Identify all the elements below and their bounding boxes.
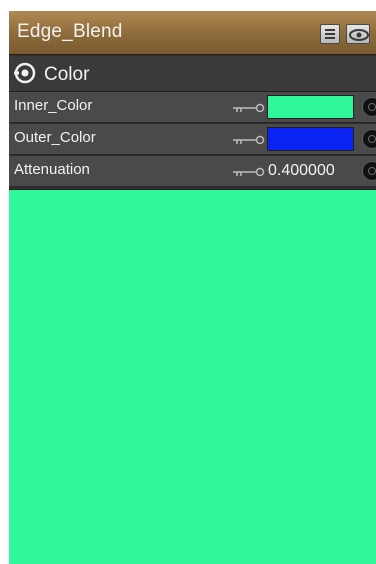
link-connector-icon[interactable] xyxy=(362,161,376,181)
outer-color-swatch[interactable] xyxy=(267,127,354,151)
property-label: Attenuation xyxy=(14,161,90,178)
title-bar: Edge_Blend xyxy=(9,11,376,55)
visibility-eye-icon[interactable] xyxy=(346,24,370,44)
shader-panel: Edge_Blend Color Inner_Color Outer_Color… xyxy=(9,11,376,564)
menu-icon[interactable] xyxy=(320,24,340,44)
key-icon[interactable] xyxy=(231,166,265,178)
property-row-outer-color[interactable]: Outer_Color xyxy=(9,124,376,155)
color-preview xyxy=(9,189,376,564)
section-header-color[interactable]: Color xyxy=(9,56,376,92)
panel-title: Edge_Blend xyxy=(17,21,123,42)
property-label: Inner_Color xyxy=(14,97,93,114)
link-connector-icon[interactable] xyxy=(362,129,376,149)
property-row-inner-color[interactable]: Inner_Color xyxy=(9,92,376,123)
property-label: Outer_Color xyxy=(14,129,96,146)
link-connector-icon[interactable] xyxy=(362,97,376,117)
key-icon[interactable] xyxy=(231,102,265,114)
property-row-attenuation[interactable]: Attenuation 0.400000 xyxy=(9,156,376,187)
attenuation-value[interactable]: 0.400000 xyxy=(268,162,335,180)
inner-color-swatch[interactable] xyxy=(267,95,354,119)
section-title: Color xyxy=(44,64,90,85)
key-icon[interactable] xyxy=(231,134,265,146)
target-circle-icon[interactable] xyxy=(14,62,36,84)
